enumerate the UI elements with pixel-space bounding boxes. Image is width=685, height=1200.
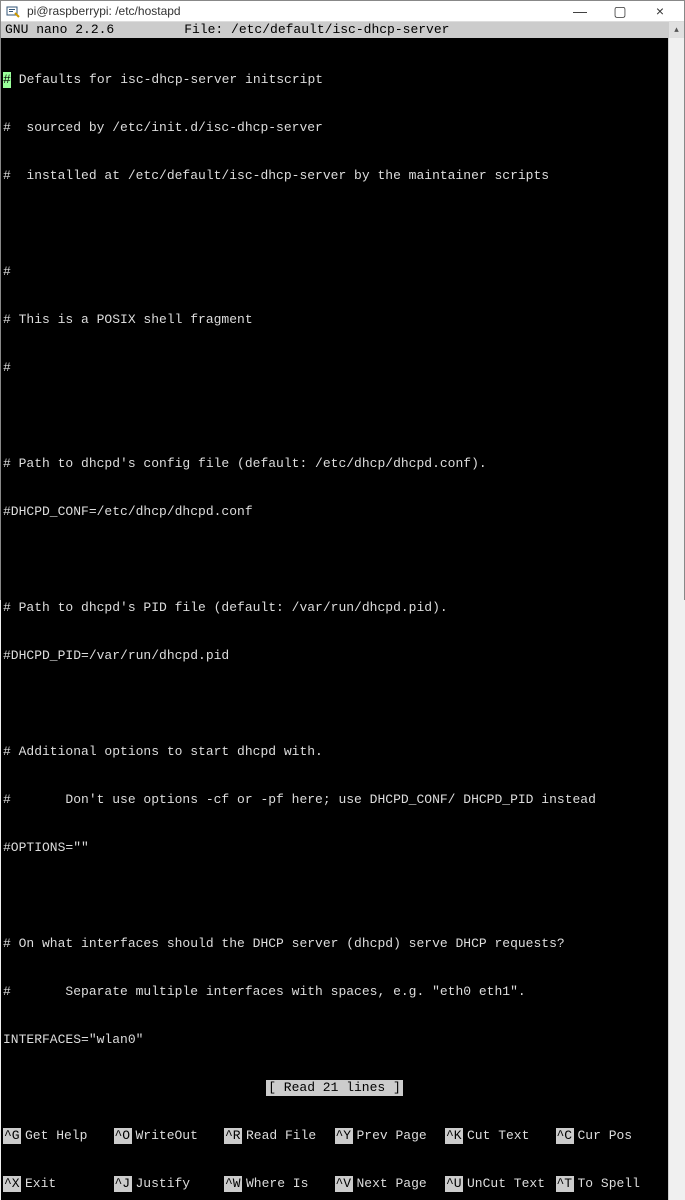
file-line xyxy=(3,696,664,712)
nano-status: [ Read 21 lines ] xyxy=(1,1080,668,1096)
shortcut-read-file[interactable]: ^RRead File xyxy=(224,1128,335,1144)
scrollbar[interactable]: ▴ ▾ xyxy=(668,22,684,1200)
file-line: INTERFACES="wlan0" xyxy=(3,1032,664,1048)
nano-header: GNU nano 2.2.6 File: /etc/default/isc-dh… xyxy=(1,22,668,38)
cursor: # xyxy=(3,72,11,88)
shortcut-row-1: ^GGet Help ^OWriteOut ^RRead File ^YPrev… xyxy=(3,1128,666,1144)
shortcut-justify[interactable]: ^JJustify xyxy=(114,1176,225,1192)
shortcut-row-2: ^XExit ^JJustify ^WWhere Is ^VNext Page … xyxy=(3,1176,666,1192)
maximize-button[interactable]: ▢ xyxy=(600,1,640,21)
titlebar[interactable]: pi@raspberrypi: /etc/hostapd — ▢ × xyxy=(1,1,684,22)
putty-window: pi@raspberrypi: /etc/hostapd — ▢ × GNU n… xyxy=(0,0,685,600)
shortcut-writeout[interactable]: ^OWriteOut xyxy=(114,1128,225,1144)
file-line: # Path to dhcpd's PID file (default: /va… xyxy=(3,600,664,616)
shortcut-cur-pos[interactable]: ^CCur Pos xyxy=(556,1128,667,1144)
shortcut-cut-text[interactable]: ^KCut Text xyxy=(445,1128,556,1144)
file-line: # Additional options to start dhcpd with… xyxy=(3,744,664,760)
terminal[interactable]: GNU nano 2.2.6 File: /etc/default/isc-dh… xyxy=(1,22,668,1200)
file-line: # Separate multiple interfaces with spac… xyxy=(3,984,664,1000)
file-line: # sourced by /etc/init.d/isc-dhcp-server xyxy=(3,120,664,136)
nano-file-label: File: /etc/default/isc-dhcp-server xyxy=(114,22,664,38)
minimize-button[interactable]: — xyxy=(560,1,600,21)
shortcut-next-page[interactable]: ^VNext Page xyxy=(335,1176,446,1192)
editor-content[interactable]: # Defaults for isc-dhcp-server initscrip… xyxy=(1,38,668,1080)
app-icon xyxy=(5,3,21,19)
file-line: # Path to dhcpd's config file (default: … xyxy=(3,456,664,472)
file-line xyxy=(3,216,664,232)
close-button[interactable]: × xyxy=(640,1,680,21)
file-line xyxy=(3,552,664,568)
shortcut-uncut-text[interactable]: ^UUnCut Text xyxy=(445,1176,556,1192)
file-line: # installed at /etc/default/isc-dhcp-ser… xyxy=(3,168,664,184)
file-line: # On what interfaces should the DHCP ser… xyxy=(3,936,664,952)
file-line: #DHCPD_PID=/var/run/dhcpd.pid xyxy=(3,648,664,664)
terminal-wrap: GNU nano 2.2.6 File: /etc/default/isc-dh… xyxy=(1,22,684,1200)
file-line: # xyxy=(3,264,664,280)
shortcut-prev-page[interactable]: ^YPrev Page xyxy=(335,1128,446,1144)
scroll-up-icon[interactable]: ▴ xyxy=(669,22,684,38)
shortcut-where-is[interactable]: ^WWhere Is xyxy=(224,1176,335,1192)
shortcut-exit[interactable]: ^XExit xyxy=(3,1176,114,1192)
nano-shortcuts: ^GGet Help ^OWriteOut ^RRead File ^YPrev… xyxy=(1,1096,668,1200)
file-line xyxy=(3,408,664,424)
file-line: #OPTIONS="" xyxy=(3,840,664,856)
file-line: # xyxy=(3,360,664,376)
shortcut-get-help[interactable]: ^GGet Help xyxy=(3,1128,114,1144)
status-text: [ Read 21 lines ] xyxy=(266,1080,403,1096)
shortcut-to-spell[interactable]: ^TTo Spell xyxy=(556,1176,667,1192)
file-line: #DHCPD_CONF=/etc/dhcp/dhcpd.conf xyxy=(3,504,664,520)
file-line xyxy=(3,888,664,904)
file-line: # This is a POSIX shell fragment xyxy=(3,312,664,328)
window-title: pi@raspberrypi: /etc/hostapd xyxy=(27,4,560,18)
file-line: # Defaults for isc-dhcp-server initscrip… xyxy=(3,72,664,88)
nano-app-name: GNU nano 2.2.6 xyxy=(5,22,114,38)
file-line: # Don't use options -cf or -pf here; use… xyxy=(3,792,664,808)
